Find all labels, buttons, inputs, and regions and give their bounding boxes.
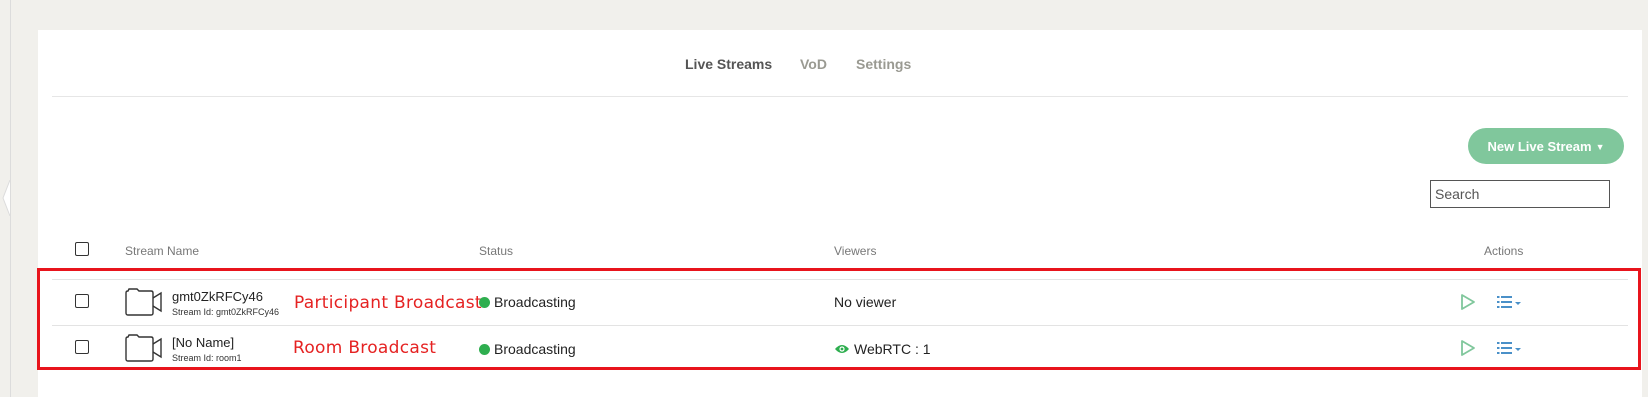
play-icon[interactable]: [1460, 339, 1476, 357]
tab-live-streams[interactable]: Live Streams: [685, 56, 772, 72]
search-input[interactable]: [1430, 180, 1610, 208]
header-actions: Actions: [1484, 244, 1524, 258]
stream-id: Stream Id: gmt0ZkRFCy46: [172, 307, 280, 317]
sidebar-toggle-notch: [2, 180, 11, 216]
stream-name[interactable]: [No Name]: [172, 335, 234, 350]
header-viewers: Viewers: [834, 244, 877, 258]
viewers-text: No viewer: [834, 294, 897, 310]
table-row: [No Name] Stream Id: room1 Room Broadcas…: [38, 326, 1642, 372]
viewers-cell: No viewer: [834, 294, 896, 310]
actions-menu-icon[interactable]: [1496, 294, 1522, 310]
header-stream-name: Stream Name: [125, 244, 200, 258]
eye-icon: [835, 345, 849, 353]
new-live-stream-label: New Live Stream: [1487, 138, 1592, 154]
stream-name[interactable]: gmt0ZkRFCy46: [172, 289, 263, 304]
video-camera-icon: [125, 334, 162, 362]
status-dot-icon: [479, 343, 490, 355]
tabs-divider: [52, 96, 1628, 97]
status-cell: Broadcasting: [479, 341, 576, 357]
tab-settings[interactable]: Settings: [856, 56, 911, 72]
streams-panel: Live Streams VoD Settings New Live Strea…: [38, 30, 1642, 397]
viewers-text: WebRTC : 1: [854, 341, 931, 357]
select-all-checkbox[interactable]: [75, 242, 89, 256]
status-cell: Broadcasting: [479, 294, 576, 310]
actions-menu-icon[interactable]: [1496, 340, 1522, 356]
video-camera-icon: [125, 288, 162, 316]
status-dot-icon: [479, 296, 490, 308]
annotation-label: Room Broadcast: [293, 338, 437, 358]
tab-bar: Live Streams VoD Settings: [38, 30, 1642, 96]
row-checkbox[interactable]: [75, 294, 89, 308]
play-icon[interactable]: [1460, 293, 1476, 311]
table-row: gmt0ZkRFCy46 Stream Id: gmt0ZkRFCy46 Par…: [38, 280, 1642, 326]
stream-id: Stream Id: room1: [172, 353, 242, 363]
viewers-cell: WebRTC : 1: [834, 341, 931, 357]
annotation-label: Participant Broadcast: [294, 293, 482, 313]
caret-down-icon: ▼: [1595, 142, 1605, 152]
row-checkbox[interactable]: [75, 340, 89, 354]
tab-vod[interactable]: VoD: [800, 56, 827, 72]
status-text: Broadcasting: [494, 294, 576, 310]
status-text: Broadcasting: [494, 341, 576, 357]
new-live-stream-button[interactable]: New Live Stream ▼: [1468, 128, 1624, 164]
header-status: Status: [479, 244, 514, 258]
